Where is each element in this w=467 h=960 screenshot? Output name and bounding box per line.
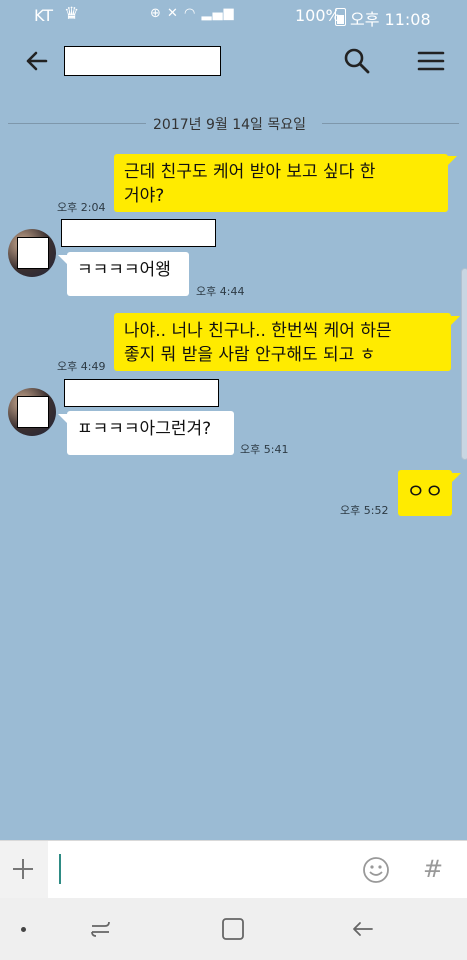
text-cursor[interactable] — [59, 854, 61, 884]
back-icon[interactable] — [350, 916, 376, 942]
search-icon[interactable] — [340, 44, 374, 78]
plus-icon — [13, 859, 33, 879]
status-icons: ⊕ ✕ ◠ ▂▄▆ — [150, 6, 235, 21]
home-icon[interactable] — [221, 917, 245, 941]
bubble-tail — [58, 255, 68, 265]
message-time: 오후 5:52 — [340, 504, 389, 517]
message-time: 오후 2:04 — [57, 201, 106, 214]
message-input-bar: # — [0, 840, 467, 899]
message-line: ㅇㅇ — [406, 479, 444, 503]
attach-button[interactable] — [0, 841, 48, 899]
recent-apps-icon[interactable] — [88, 916, 114, 942]
chat-header — [0, 32, 467, 90]
my-message-bubble[interactable]: 근데 친구도 케어 받아 보고 싶다 한 거야? — [114, 154, 448, 212]
arrow-left-icon[interactable] — [20, 44, 54, 78]
message-line: 좋지 뭐 받을 사람 안구해도 되고 ㅎ — [124, 345, 376, 365]
emoticon-icon[interactable] — [362, 856, 390, 884]
scrollbar[interactable] — [461, 268, 467, 460]
hamburger-menu-icon[interactable] — [414, 44, 448, 78]
bubble-tail — [58, 414, 68, 424]
message-time: 오후 4:44 — [196, 285, 245, 298]
crown-icon: ♛ — [64, 4, 80, 24]
carrier-label: KT — [34, 6, 54, 25]
message-line: ㅍㅋㅋㅋ아그런겨? — [77, 419, 212, 439]
message-line: 거야? — [124, 186, 165, 206]
avatar[interactable] — [8, 388, 56, 436]
message-line: 나야.. 너나 친구나.. 한번씩 케어 하믄 — [124, 321, 392, 341]
nav-dot-icon[interactable] — [21, 927, 26, 932]
bubble-tail — [451, 473, 461, 483]
sender-name-redacted — [61, 219, 216, 247]
bubble-tail — [447, 156, 457, 166]
my-message-bubble[interactable]: ㅇㅇ — [398, 470, 452, 516]
system-nav-bar — [0, 898, 467, 960]
battery-icon — [335, 8, 346, 26]
message-line: ㅋㅋㅋㅋ어왱 — [77, 260, 171, 280]
status-bar: KT ♛ ⊕ ✕ ◠ ▂▄▆ 100% 오후 11:08 — [0, 0, 467, 32]
avatar-redaction — [17, 237, 49, 269]
other-message-bubble[interactable]: ㅋㅋㅋㅋ어왱 — [67, 252, 189, 296]
hash-icon[interactable]: # — [423, 855, 443, 883]
divider-line — [8, 123, 146, 124]
status-time: 오후 11:08 — [350, 10, 431, 29]
message-line: 근데 친구도 케어 받아 보고 싶다 한 — [124, 162, 376, 182]
divider-line — [322, 123, 459, 124]
avatar[interactable] — [8, 229, 56, 277]
message-time: 오후 5:41 — [240, 443, 289, 456]
message-time: 오후 4:49 — [57, 360, 106, 373]
bubble-tail — [450, 316, 460, 326]
chat-title-redacted — [64, 46, 221, 76]
date-label: 2017년 9월 14일 목요일 — [153, 117, 306, 133]
date-divider: 2017년 9월 14일 목요일 — [8, 113, 459, 133]
avatar-redaction — [17, 396, 49, 428]
battery-percent: 100% — [295, 6, 341, 25]
sender-name-redacted — [64, 379, 219, 407]
my-message-bubble[interactable]: 나야.. 너나 친구나.. 한번씩 케어 하믄 좋지 뭐 받을 사람 안구해도 … — [114, 313, 451, 371]
other-message-bubble[interactable]: ㅍㅋㅋㅋ아그런겨? — [67, 411, 234, 455]
